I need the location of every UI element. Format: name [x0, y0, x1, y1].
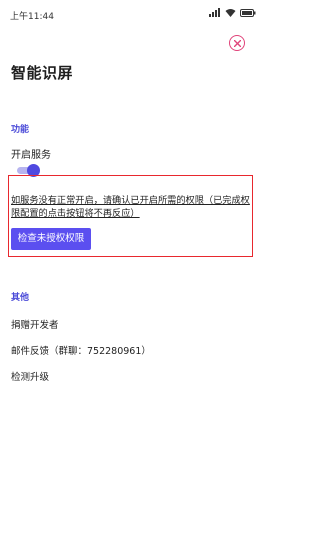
battery-icon: [240, 8, 256, 17]
email-feedback-item[interactable]: 邮件反馈（群聊：752280961）: [11, 343, 151, 357]
page-title: 智能识屏: [11, 64, 74, 82]
check-update-item[interactable]: 检测升级: [11, 369, 49, 383]
status-icons: [209, 8, 256, 17]
status-bar: 上午11:44: [0, 0, 264, 28]
service-toggle-label: 开启服务: [11, 150, 51, 161]
permission-notice: 如服务没有正常开启，请确认已开启所需的权限（已完成权限配置的点击按钮将不再反应）: [11, 195, 250, 219]
section-header-other: 其他: [11, 293, 30, 303]
donate-developer-item[interactable]: 捐赠开发者: [11, 317, 59, 331]
close-button[interactable]: [229, 35, 245, 51]
close-circle-icon: [233, 39, 241, 47]
status-time: 上午11:44: [10, 12, 54, 22]
section-header-feature: 功能: [11, 125, 30, 135]
wifi-icon: [225, 8, 236, 17]
check-permissions-button[interactable]: 检查未授权权限: [11, 228, 91, 250]
signal-icon: [209, 8, 221, 17]
